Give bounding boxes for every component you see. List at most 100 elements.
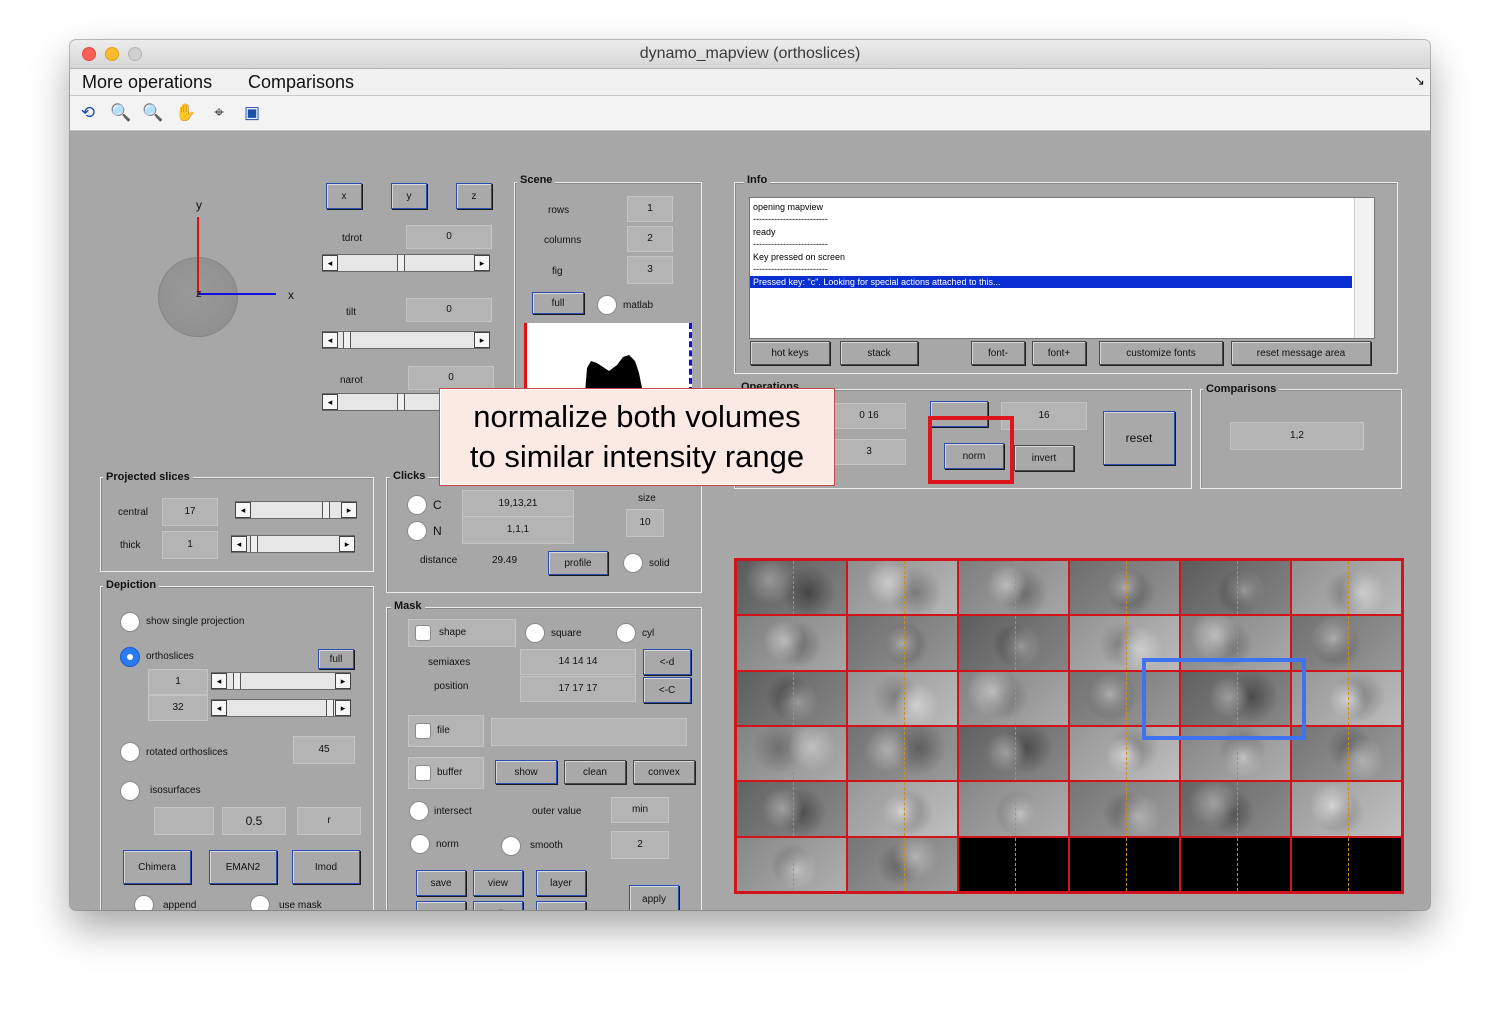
matlab-radio[interactable] (597, 295, 617, 315)
value-3-field[interactable]: 3 (832, 439, 906, 465)
shape-checkbox[interactable] (415, 625, 431, 641)
semiaxes-from-d-button[interactable]: <-d (643, 649, 691, 675)
data-cursor-icon[interactable]: ⌖ (208, 102, 230, 124)
customize-fonts-button[interactable]: customize fonts (1099, 341, 1223, 365)
view-y-button[interactable]: y (391, 183, 427, 209)
slider-left-arrow[interactable]: ◂ (231, 536, 247, 552)
use-mask-radio[interactable] (250, 895, 270, 910)
view-z-button[interactable]: z (456, 183, 492, 209)
mosaic-tile[interactable] (958, 560, 1069, 616)
mask-apply-button[interactable]: apply (629, 885, 679, 910)
slider-left-arrow[interactable]: ◂ (211, 700, 227, 716)
pan-hand-icon[interactable]: ✋ (175, 102, 197, 124)
columns-field[interactable]: 2 (627, 226, 673, 252)
thick-slider[interactable]: ◂ ▸ (231, 535, 355, 553)
mosaic-tile[interactable] (847, 560, 958, 616)
mosaic-tile[interactable] (1069, 781, 1180, 837)
mosaic-tile[interactable] (736, 836, 847, 892)
slider-left-arrow[interactable]: ◂ (322, 255, 338, 271)
stack-button[interactable]: stack (840, 341, 918, 365)
slider-right-arrow[interactable]: ▸ (339, 536, 355, 552)
mosaic-tile[interactable] (1069, 560, 1180, 616)
save-icon[interactable]: ▣ (241, 102, 263, 124)
iso-empty-field[interactable] (154, 807, 214, 835)
slice-b-field[interactable]: 32 (148, 695, 208, 721)
tilt-field[interactable]: 0 (406, 298, 492, 322)
slider-right-arrow[interactable]: ▸ (474, 255, 490, 271)
mask-crop-button[interactable]: crop (416, 901, 466, 910)
mosaic-tile-empty[interactable] (958, 836, 1069, 892)
slider-right-arrow[interactable]: ▸ (335, 673, 351, 689)
slider-thumb[interactable] (397, 255, 405, 271)
slider-left-arrow[interactable]: ◂ (211, 673, 227, 689)
slider-left-arrow[interactable]: ◂ (235, 502, 251, 518)
mosaic-tile[interactable] (736, 726, 847, 782)
slice-a-slider[interactable]: ◂ ▸ (211, 672, 351, 690)
rows-field[interactable]: 1 (627, 196, 673, 222)
mosaic-tile[interactable] (1180, 560, 1291, 616)
slider-thumb[interactable] (233, 673, 241, 689)
info-scrollbar[interactable] (1354, 198, 1374, 338)
slider-thumb[interactable] (397, 394, 405, 410)
slider-right-arrow[interactable]: ▸ (474, 332, 490, 348)
zoom-in-icon[interactable]: 🔍 (110, 102, 132, 124)
slider-right-arrow[interactable]: ▸ (335, 700, 351, 716)
position-from-c-button[interactable]: <-C (643, 677, 691, 703)
mosaic-tile-empty[interactable] (1180, 836, 1291, 892)
mosaic-tile[interactable] (847, 836, 958, 892)
reset-message-area-button[interactable]: reset message area (1231, 341, 1371, 365)
tdrot-field[interactable]: 0 (406, 225, 492, 249)
thick-field[interactable]: 1 (162, 531, 218, 559)
menu-comparisons[interactable]: Comparisons (248, 72, 354, 93)
buffer-convex-button[interactable]: convex (633, 760, 695, 784)
square-radio[interactable] (525, 623, 545, 643)
font-plus-button[interactable]: font+ (1032, 341, 1086, 365)
mask-norm-radio[interactable] (410, 834, 430, 854)
outer-value-field[interactable]: min (611, 797, 669, 823)
buffer-toggle[interactable]: buffer (408, 757, 484, 789)
info-message-area[interactable]: opening mapview ------------------------… (749, 197, 1375, 339)
slice-b-slider[interactable]: ◂ ▸ (211, 699, 351, 717)
mosaic-tile-empty[interactable] (1069, 836, 1180, 892)
smooth-field[interactable]: 2 (611, 831, 669, 859)
slider-right-arrow[interactable]: ▸ (341, 502, 357, 518)
buffer-checkbox[interactable] (415, 765, 431, 781)
chimera-button[interactable]: Chimera (123, 850, 191, 884)
position-field[interactable]: 17 17 17 (520, 676, 636, 702)
hot-keys-button[interactable]: hot keys (750, 341, 830, 365)
tdrot-slider[interactable]: ◂ ▸ (322, 254, 490, 272)
intersect-radio[interactable] (409, 801, 429, 821)
iso-threshold-field[interactable]: 0.5 (222, 807, 286, 835)
append-radio[interactable] (134, 895, 154, 910)
imod-button[interactable]: Imod (292, 850, 360, 884)
buffer-clean-button[interactable]: clean (564, 760, 626, 784)
mosaic-tile[interactable] (958, 615, 1069, 671)
mosaic-tile[interactable] (736, 560, 847, 616)
mosaic-tile[interactable] (1291, 560, 1402, 616)
single-projection-radio[interactable] (120, 612, 140, 632)
mosaic-tile[interactable] (736, 670, 847, 726)
mosaic-tile[interactable] (847, 726, 958, 782)
mosaic-tile[interactable] (847, 781, 958, 837)
file-checkbox[interactable] (415, 723, 431, 739)
tilt-slider[interactable]: ◂ ▸ (322, 331, 490, 349)
zoom-out-icon[interactable]: 🔍 (142, 102, 164, 124)
n-field[interactable]: 1,1,1 (462, 516, 574, 544)
comparisons-field[interactable]: 1,2 (1230, 422, 1364, 450)
mask-file-field[interactable] (491, 718, 687, 746)
orthoslices-radio[interactable] (120, 647, 140, 667)
font-minus-button[interactable]: font- (971, 341, 1025, 365)
mask-edit-button[interactable]: edit (473, 901, 523, 910)
smooth-radio[interactable] (501, 836, 521, 856)
n-radio[interactable] (407, 521, 427, 541)
mosaic-tile[interactable] (1291, 670, 1402, 726)
range-field[interactable]: 0 16 (832, 403, 906, 429)
slider-left-arrow[interactable]: ◂ (322, 394, 338, 410)
mosaic-tile[interactable] (958, 726, 1069, 782)
mosaic-tile[interactable] (958, 670, 1069, 726)
central-slider[interactable]: ◂ ▸ (235, 501, 357, 519)
central-field[interactable]: 17 (162, 498, 218, 526)
mask-test-button[interactable]: test (536, 901, 586, 910)
mask-view-button[interactable]: view (473, 870, 523, 896)
eman2-button[interactable]: EMAN2 (209, 850, 277, 884)
